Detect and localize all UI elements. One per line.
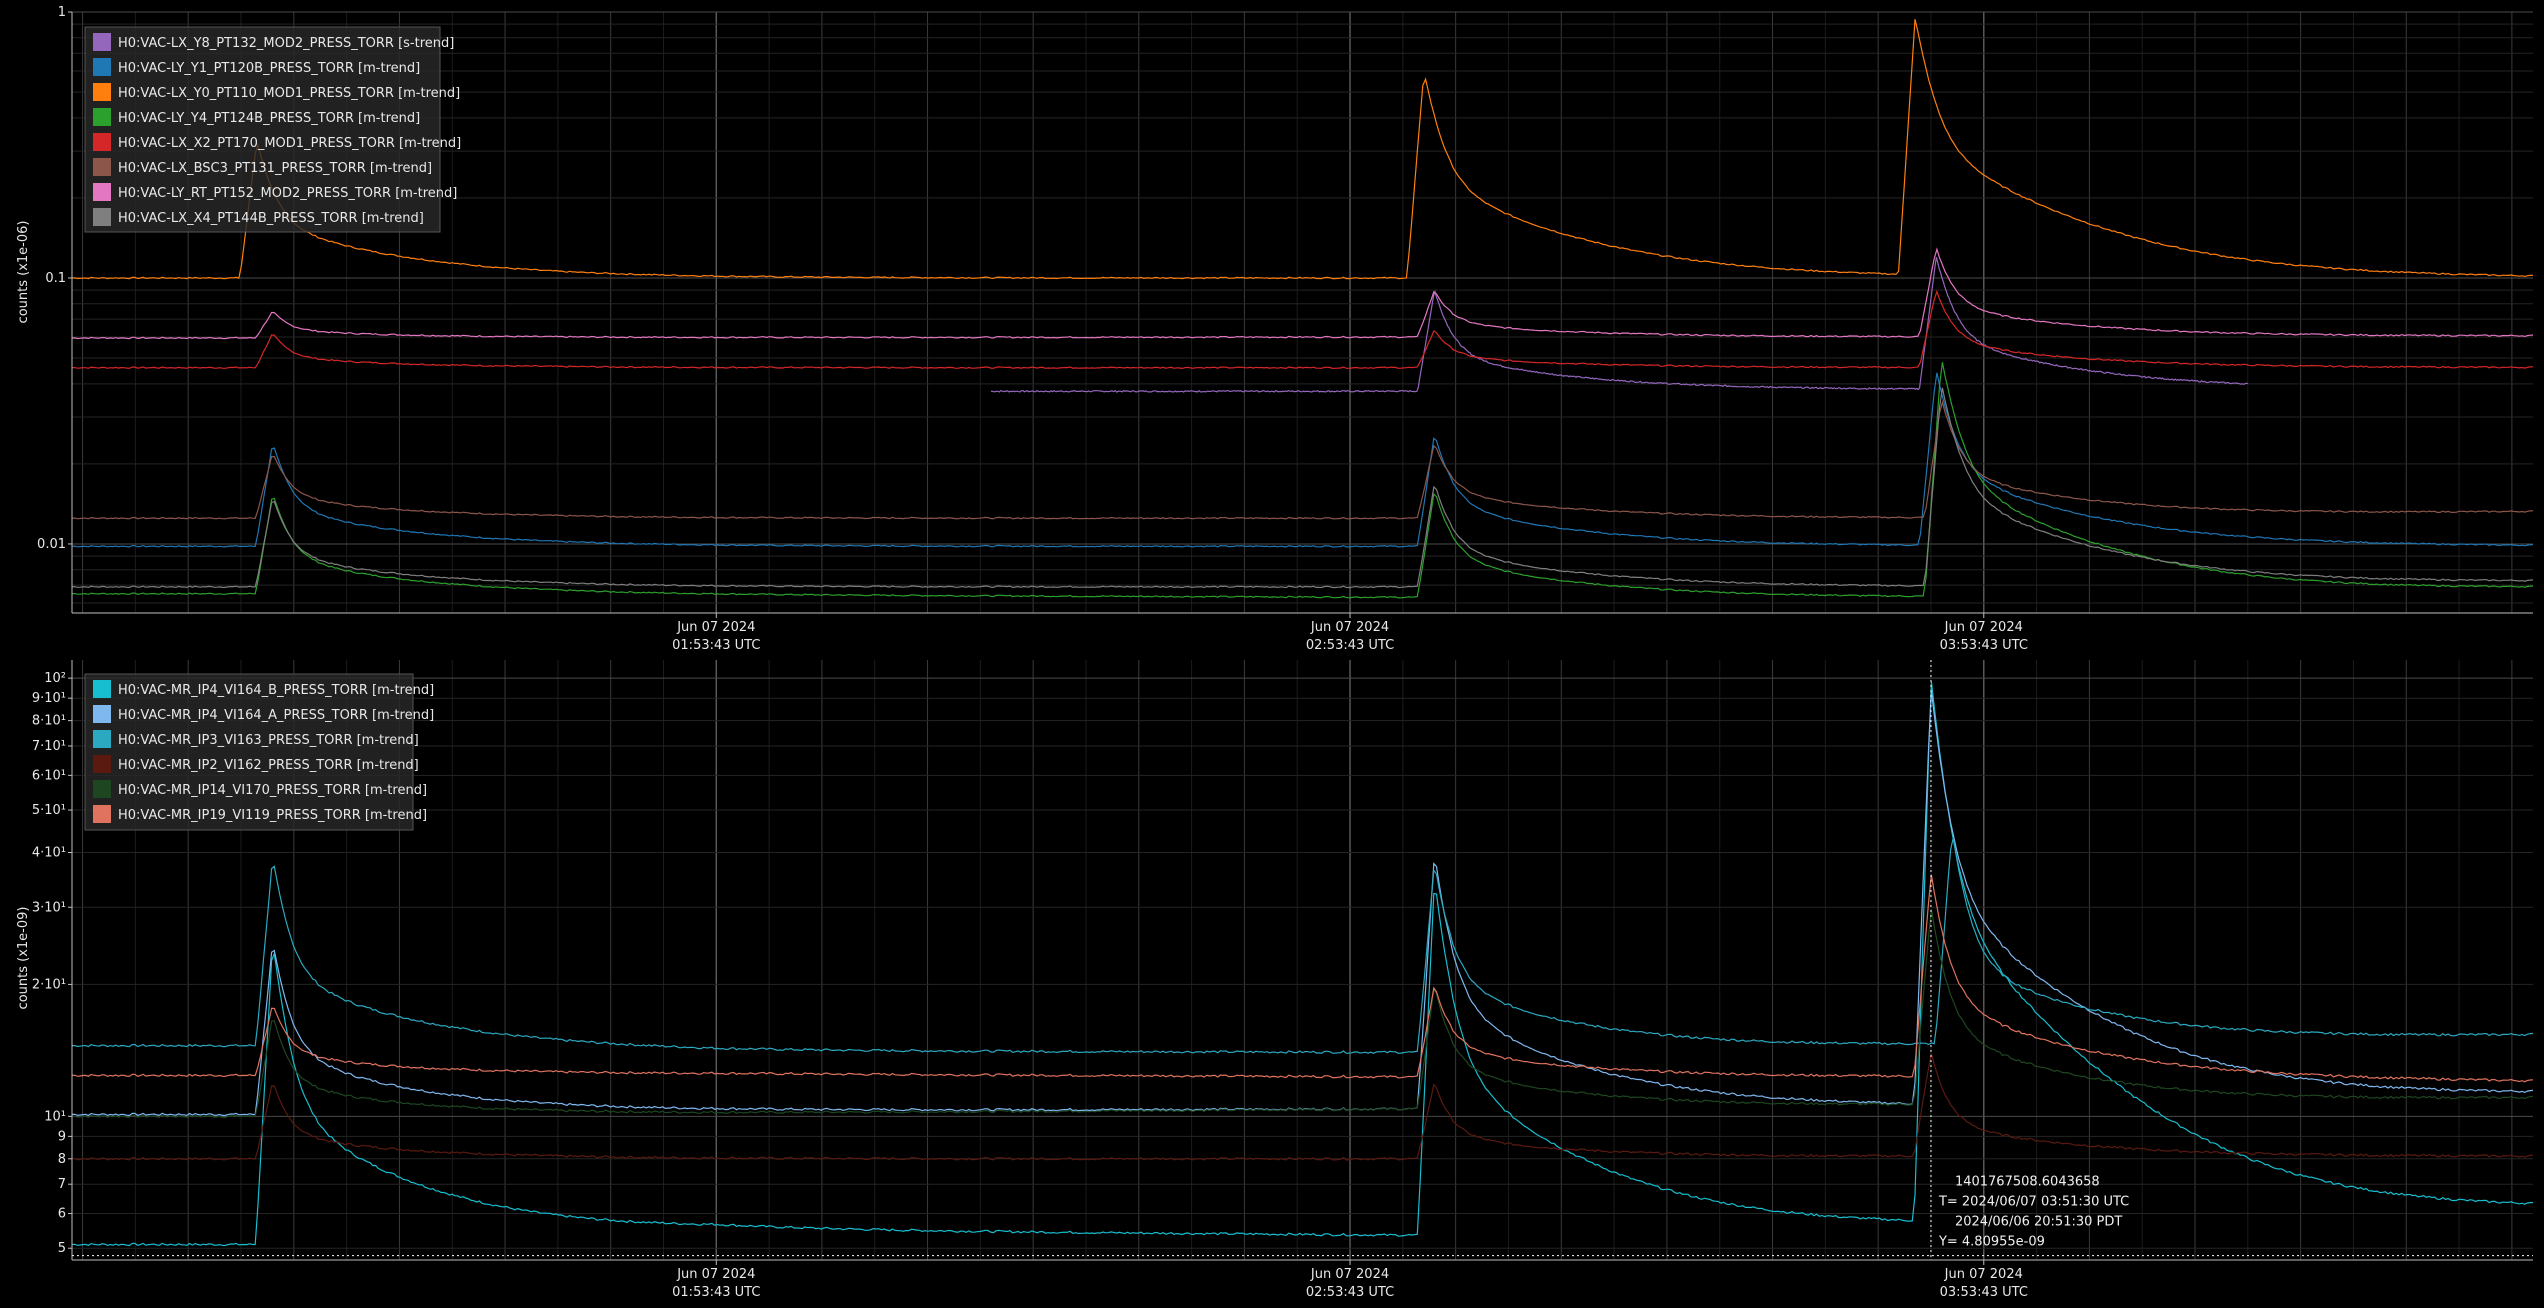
x-tick-time: 03:53:43 UTC [1940,1285,2028,1300]
legend-swatch [93,133,111,151]
legend-entry: H0:VAC-MR_IP4_VI164_B_PRESS_TORR [m-tren… [118,683,434,698]
legend-swatch [93,183,111,201]
legend-entry: H0:VAC-LY_Y1_PT120B_PRESS_TORR [m-trend] [118,61,420,76]
x-tick-time: 01:53:43 UTC [672,1285,760,1300]
legend-entry: H0:VAC-LY_RT_PT152_MOD2_PRESS_TORR [m-tr… [118,186,457,201]
legend-swatch [93,755,111,773]
upper-y-axis-label: counts (x1e-06) [16,221,31,324]
y-tick-label: 7·10¹ [32,739,66,754]
legend-entry: H0:VAC-MR_IP19_VI119_PRESS_TORR [m-trend… [118,808,427,823]
y-tick-label: 6 [58,1207,66,1222]
legend-entry: H0:VAC-MR_IP2_VI162_PRESS_TORR [m-trend] [118,758,419,773]
trend-plots[interactable]: 10.10.01 Jun 07 202401:53:43 UTCJun 07 2… [0,0,2544,1308]
legend-entry: H0:VAC-LX_Y0_PT110_MOD1_PRESS_TORR [m-tr… [118,86,460,101]
legend-swatch [93,730,111,748]
y-tick-label: 4·10¹ [32,846,66,861]
cursor-y-value: Y= 4.80955e-09 [1938,1235,2045,1250]
y-tick-label: 0.1 [45,271,66,286]
x-tick-date: Jun 07 2024 [1944,1267,2023,1282]
y-tick-label: 5 [58,1241,66,1256]
cursor-utc-time: T= 2024/06/07 03:51:30 UTC [1938,1195,2129,1210]
upper-legend[interactable]: H0:VAC-LX_Y8_PT132_MOD2_PRESS_TORR [s-tr… [84,26,461,233]
y-tick-label: 5·10¹ [32,803,66,818]
x-tick-date: Jun 07 2024 [1310,620,1389,635]
x-tick-time: 02:53:43 UTC [1306,1285,1394,1300]
x-tick-time: 02:53:43 UTC [1306,638,1394,653]
y-tick-label: 10² [44,671,66,686]
lower-pressure-plot[interactable]: 10² 9·10¹ 8·10¹ 7·10¹ 6·10¹ 5·10¹ 4·10¹ 3·10¹ 2·… [16,660,2534,1300]
y-tick-label: 0.01 [37,537,66,552]
legend-entry: H0:VAC-LX_X4_PT144B_PRESS_TORR [m-trend] [118,211,424,226]
lower-y-tick-labels: 10² 9·10¹ 8·10¹ 7·10¹ 6·10¹ 5·10¹ 4·10¹ 3·10¹ 2·… [32,671,72,1256]
y-tick-label: 9 [58,1129,66,1144]
legend-swatch [93,158,111,176]
cursor-gps-time: 1401767508.6043658 [1955,1175,2100,1190]
y-tick-label: 2·10¹ [32,977,66,992]
x-tick-date: Jun 07 2024 [1310,1267,1389,1282]
legend-swatch [93,705,111,723]
y-tick-label: 6·10¹ [32,768,66,783]
legend-swatch [93,680,111,698]
series-line-6 [71,874,2534,1083]
x-tick-date: Jun 07 2024 [676,1267,755,1282]
legend-entry: H0:VAC-LY_Y4_PT124B_PRESS_TORR [m-trend] [118,111,420,126]
legend-entry: H0:VAC-MR_IP4_VI164_A_PRESS_TORR [m-tren… [118,708,434,723]
upper-grid [72,11,2533,613]
y-tick-label: 3·10¹ [32,900,66,915]
lower-series-lines [71,681,2534,1247]
series-line-3 [71,837,2534,1054]
legend-box [84,26,441,233]
x-tick-date: Jun 07 2024 [676,620,755,635]
lower-y-axis-label: counts (x1e-09) [16,907,31,1010]
series-line-4 [71,362,2534,599]
lower-grid [72,660,2533,1260]
legend-entry: H0:VAC-MR_IP3_VI163_PRESS_TORR [m-trend] [118,733,419,748]
lower-x-tick-labels: Jun 07 2024 01:53:43 UTC Jun 07 2024 02:53:… [672,1260,2028,1300]
series-line-2 [71,372,2534,548]
legend-entry: H0:VAC-MR_IP14_VI170_PRESS_TORR [m-trend… [118,783,427,798]
upper-x-tick-labels: Jun 07 2024 01:53:43 UTC Jun 07 2024 02:53:… [672,613,2028,653]
crosshair-cursor[interactable]: 1401767508.6043658 T= 2024/06/07 03:51:3… [72,660,2533,1260]
y-tick-label: 10¹ [44,1109,66,1124]
legend-swatch [93,780,111,798]
y-tick-label: 8·10¹ [32,714,66,729]
x-tick-date: Jun 07 2024 [1944,620,2023,635]
series-line-5 [71,289,2534,370]
legend-swatch [93,805,111,823]
x-tick-time: 03:53:43 UTC [1940,638,2028,653]
series-line-5 [71,909,2534,1119]
upper-pressure-plot[interactable]: 10.10.01 Jun 07 202401:53:43 UTCJun 07 2… [16,5,2534,653]
y-tick-label: 8 [58,1152,66,1167]
legend-entry: H0:VAC-LX_Y8_PT132_MOD2_PRESS_TORR [s-tr… [118,36,454,51]
y-tick-label: 9·10¹ [32,691,66,706]
series-line-6 [71,399,2534,520]
legend-swatch [93,33,111,51]
series-line-1 [71,681,2534,1247]
legend-entry: H0:VAC-LX_X2_PT170_MOD1_PRESS_TORR [m-tr… [118,136,461,151]
upper-series-lines [71,19,2534,599]
y-tick-label: 7 [58,1177,66,1192]
legend-swatch [93,83,111,101]
legend-swatch [93,58,111,76]
legend-entry: H0:VAC-LX_BSC3_PT131_PRESS_TORR [m-trend… [118,161,432,176]
lower-legend[interactable]: H0:VAC-MR_IP4_VI164_B_PRESS_TORR [m-tren… [84,673,434,831]
series-line-2 [71,691,2534,1117]
upper-y-tick-labels: 1 0.1 0.01 [37,5,72,552]
x-tick-time: 01:53:43 UTC [672,638,760,653]
y-tick-label: 1 [58,5,66,20]
cursor-pdt-time: 2024/06/06 20:51:30 PDT [1955,1215,2122,1230]
series-line-1 [990,257,2248,393]
series-line-8 [71,387,2534,589]
legend-swatch [93,208,111,226]
legend-swatch [93,108,111,126]
